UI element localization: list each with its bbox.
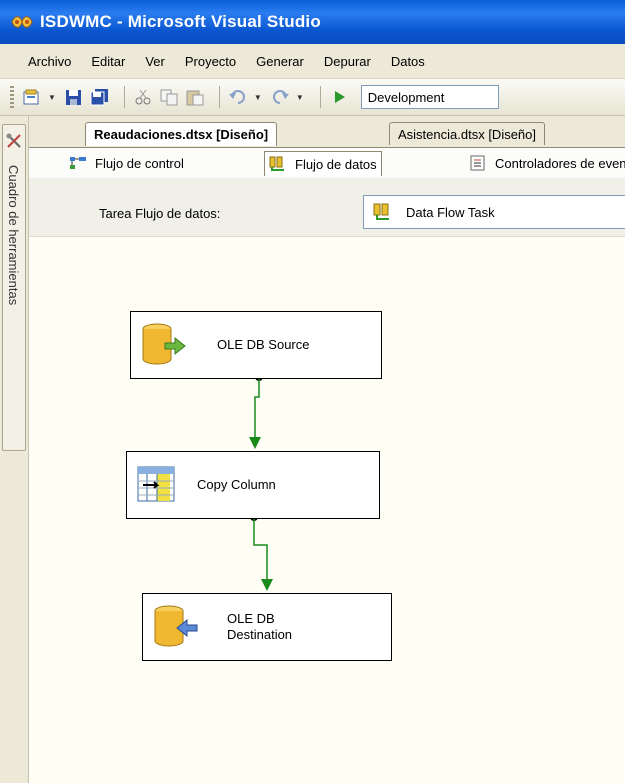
toolbar-grip[interactable] (10, 86, 14, 108)
tab-control-flow-label: Flujo de control (95, 155, 184, 171)
toolbox-tab[interactable]: Cuadro de herramientas (2, 124, 26, 451)
path-source-to-copy[interactable] (249, 373, 263, 449)
ole-db-destination-node[interactable]: OLE DB Destination (142, 593, 392, 661)
toolbar-separator (123, 86, 125, 108)
undo-dropdown[interactable]: ▼ (254, 93, 262, 102)
control-flow-icon (69, 155, 87, 171)
standard-toolbar: ▼ ▼ ▼ Development (0, 79, 625, 116)
data-flow-task-label: Tarea Flujo de datos: (99, 206, 221, 221)
copy-column-label: Copy Column (197, 477, 276, 492)
data-flow-canvas[interactable]: OLE DB Source Copy Column OLE DB Destina… (29, 237, 625, 783)
paste-icon[interactable] (185, 88, 205, 106)
tab-data-flow-label: Flujo de datos (295, 156, 377, 172)
start-debugging-icon[interactable] (329, 88, 349, 106)
path-copy-to-destination[interactable] (250, 513, 273, 591)
left-dock-panel: Cuadro de herramientas (0, 116, 29, 783)
menu-depurar[interactable]: Depurar (314, 54, 381, 69)
solution-configuration-value: Development (367, 89, 445, 105)
menu-archivo[interactable]: Archivo (0, 54, 81, 69)
menu-proyecto[interactable]: Proyecto (175, 54, 246, 69)
document-area: Reaudaciones.dtsx [Diseño] Asistencia.dt… (29, 116, 625, 783)
tab-reaudaciones[interactable]: Reaudaciones.dtsx [Diseño] (85, 122, 278, 146)
copy-column-icon (137, 466, 175, 502)
tab-reaudaciones-label: Reaudaciones.dtsx [Diseño] (94, 127, 269, 142)
toolbar-separator (218, 86, 220, 108)
solution-configuration-combo[interactable]: Development (360, 85, 499, 109)
ole-db-source-label: OLE DB Source (217, 337, 310, 352)
database-destination-icon (154, 605, 198, 647)
tab-event-handlers[interactable]: Controladores de eventos (469, 151, 625, 175)
toolbox-label: Cuadro de herramientas (6, 165, 21, 306)
menu-datos[interactable]: Datos (381, 54, 435, 69)
event-handlers-icon (469, 155, 487, 171)
redo-dropdown[interactable]: ▼ (296, 93, 304, 102)
save-all-icon[interactable] (90, 88, 110, 106)
menu-bar: Archivo Editar Ver Proyecto Generar Depu… (0, 44, 625, 79)
copy-icon[interactable] (159, 88, 179, 106)
ole-db-destination-label-line1: OLE DB (227, 611, 275, 626)
tab-event-handlers-label: Controladores de eventos (495, 155, 625, 171)
copy-column-node[interactable]: Copy Column (126, 451, 380, 519)
new-project-dropdown[interactable]: ▼ (48, 93, 56, 102)
ole-db-destination-label-line2: Destination (227, 627, 293, 642)
menu-generar[interactable]: Generar (246, 54, 314, 69)
data-flow-task-bar: Tarea Flujo de datos: Data Flow Task (29, 178, 625, 237)
cut-icon[interactable] (133, 88, 153, 106)
redo-icon[interactable] (270, 88, 290, 106)
document-tabs: Reaudaciones.dtsx [Diseño] Asistencia.dt… (29, 122, 625, 146)
undo-icon[interactable] (228, 88, 248, 106)
designer-tabs: Flujo de control Flujo de datos Controla… (29, 147, 625, 179)
title-bar: ISDWMC - Microsoft Visual Studio (0, 0, 625, 44)
menu-ver[interactable]: Ver (135, 54, 175, 69)
data-flow-icon (269, 156, 287, 172)
data-flow-task-icon (373, 203, 389, 220)
toolbox-icon (6, 133, 21, 148)
data-flow-task-select[interactable]: Data Flow Task (363, 195, 625, 229)
ole-db-source-node[interactable]: OLE DB Source (130, 311, 382, 379)
window-title: ISDWMC - Microsoft Visual Studio (40, 12, 321, 31)
tab-asistencia[interactable]: Asistencia.dtsx [Diseño] (389, 122, 546, 145)
new-project-icon[interactable] (22, 88, 42, 106)
visual-studio-icon (10, 14, 34, 30)
ole-db-destination-label: OLE DB Destination (227, 611, 292, 643)
tab-data-flow[interactable]: Flujo de datos (264, 151, 382, 176)
toolbar-separator (319, 86, 321, 108)
data-flow-task-value: Data Flow Task (406, 204, 495, 220)
tab-control-flow[interactable]: Flujo de control (69, 151, 184, 175)
save-icon[interactable] (64, 88, 84, 106)
database-source-icon (142, 323, 186, 365)
menu-editar[interactable]: Editar (81, 54, 135, 69)
tab-asistencia-label: Asistencia.dtsx [Diseño] (398, 126, 537, 142)
